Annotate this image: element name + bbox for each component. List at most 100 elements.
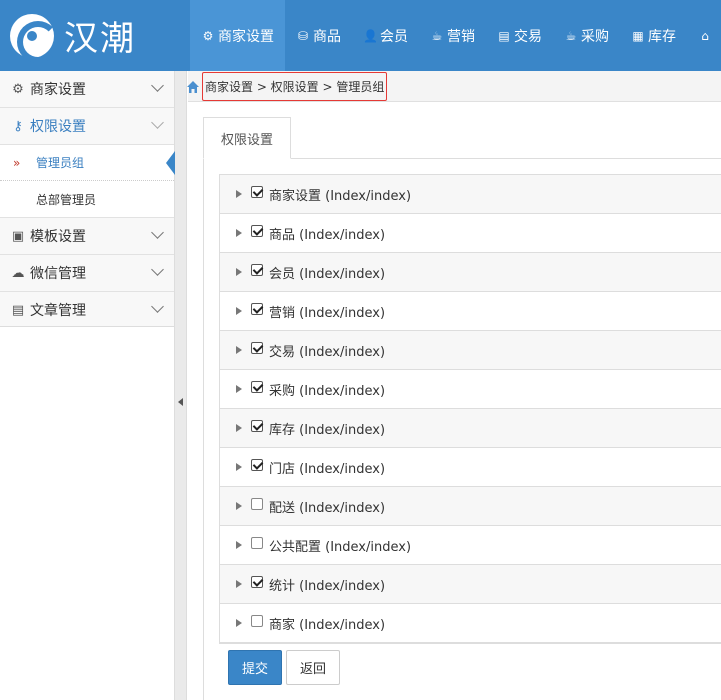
- nav-item-0[interactable]: ⚙ 商家设置: [190, 0, 285, 71]
- expand-caret-icon[interactable]: [236, 346, 242, 354]
- permission-label: 商家 (Index/index): [269, 617, 386, 633]
- user-icon: 👤: [363, 28, 378, 43]
- gear-icon: ⚙: [202, 28, 214, 43]
- permission-checkbox[interactable]: [251, 342, 263, 354]
- expand-caret-icon[interactable]: [236, 463, 242, 471]
- permission-checkbox[interactable]: [251, 186, 263, 198]
- sidebar-item-article-management[interactable]: ▤ 文章管理: [0, 292, 174, 329]
- permission-row: 商家设置 (Index/index): [220, 175, 721, 214]
- expand-caret-icon[interactable]: [236, 502, 242, 510]
- permission-label: 库存 (Index/index): [269, 422, 386, 438]
- expand-caret-icon[interactable]: [236, 229, 242, 237]
- sidebar-item-label: 模板设置: [30, 229, 86, 245]
- permission-checkbox[interactable]: [251, 420, 263, 432]
- permission-row: 商品 (Index/index): [220, 214, 721, 253]
- article-icon: ▤: [11, 302, 25, 318]
- chevron-down-icon: [151, 226, 164, 239]
- logo[interactable]: 汉潮: [0, 0, 188, 71]
- nav-item-6[interactable]: ▦ 库存: [620, 0, 687, 71]
- permission-label: 会员 (Index/index): [269, 266, 386, 282]
- permission-row: 公共配置 (Index/index): [220, 526, 721, 565]
- tab-permission-settings[interactable]: 权限设置: [203, 117, 291, 159]
- chevron-down-icon: [151, 79, 164, 92]
- nav-item-label: 库存: [648, 28, 676, 45]
- permission-checkbox[interactable]: [251, 303, 263, 315]
- nav-item-7[interactable]: ⌂: [687, 0, 721, 71]
- nav-item-1[interactable]: ⛁ 商品: [285, 0, 352, 71]
- nav-item-label: 会员: [380, 28, 408, 45]
- active-pointer-icon: [166, 151, 175, 175]
- sidebar-subitem-hq-admin[interactable]: 总部管理员: [0, 181, 174, 217]
- permission-row: 交易 (Index/index): [220, 331, 721, 370]
- submit-button[interactable]: 提交: [228, 650, 282, 685]
- sidebar-item-template-settings[interactable]: ▣ 模板设置: [0, 218, 174, 255]
- sidebar: ⚙ 商家设置 ⚷ 权限设置 » 管理员组 总部管理员 ▣ 模板设置 ☁ 微信管理…: [0, 71, 175, 700]
- permission-label: 商品 (Index/index): [269, 227, 386, 243]
- permission-checkbox[interactable]: [251, 459, 263, 471]
- permission-label: 商家设置 (Index/index): [269, 188, 412, 204]
- home-icon: ⌂: [701, 28, 709, 43]
- expand-caret-icon[interactable]: [236, 619, 242, 627]
- chevron-down-icon: [151, 300, 164, 313]
- expand-caret-icon[interactable]: [236, 541, 242, 549]
- logo-icon: [10, 13, 59, 63]
- sidebar-item-label: 商家设置: [30, 82, 86, 98]
- breadcrumb[interactable]: 商家设置 > 权限设置 > 管理员组: [202, 72, 388, 101]
- cup-icon: ☕: [565, 28, 577, 43]
- nav-item-label: 采购: [581, 28, 609, 45]
- home-icon[interactable]: [186, 80, 200, 94]
- nav-item-5[interactable]: ☕ 采购: [553, 0, 620, 71]
- sidebar-item-permission-settings[interactable]: ⚷ 权限设置: [0, 108, 174, 145]
- expand-caret-icon[interactable]: [236, 268, 242, 276]
- expand-caret-icon[interactable]: [236, 580, 242, 588]
- permission-label: 营销 (Index/index): [269, 305, 386, 321]
- sidebar-item-label: 权限设置: [30, 119, 86, 135]
- submenu-permission-settings: » 管理员组 总部管理员: [0, 145, 175, 218]
- key-icon: ⚷: [13, 118, 23, 134]
- sidebar-subitem-label: 总部管理员: [36, 192, 97, 207]
- nav-item-3[interactable]: ☕ 营销: [419, 0, 486, 71]
- nav-item-2[interactable]: 👤 会员: [352, 0, 419, 71]
- permission-label: 公共配置 (Index/index): [269, 539, 412, 555]
- gear-icon: ⚙: [12, 81, 24, 97]
- permission-row: 库存 (Index/index): [220, 409, 721, 448]
- clipboard-icon: ▤: [498, 28, 510, 43]
- top-bar: 汉潮 ⚙ 商家设置 ⛁ 商品 👤 会员 ☕ 营销 ▤ 交易 ☕ 采购 ▦ 库存 ⌂: [0, 0, 721, 71]
- chevron-down-icon: [151, 263, 164, 276]
- nav-item-4[interactable]: ▤ 交易: [486, 0, 553, 71]
- template-icon: ▣: [11, 228, 25, 244]
- permission-label: 统计 (Index/index): [269, 578, 386, 594]
- permission-checkbox[interactable]: [251, 225, 263, 237]
- permission-checkbox[interactable]: [251, 537, 263, 549]
- permission-checkbox[interactable]: [251, 576, 263, 588]
- permission-row: 会员 (Index/index): [220, 253, 721, 292]
- permission-row: 采购 (Index/index): [220, 370, 721, 409]
- permission-label: 配送 (Index/index): [269, 500, 386, 516]
- sidebar-subitem-admin-group[interactable]: » 管理员组: [0, 145, 175, 181]
- sidebar-item-label: 文章管理: [30, 303, 86, 319]
- permission-row: 统计 (Index/index): [220, 565, 721, 604]
- permission-row: 门店 (Index/index): [220, 448, 721, 487]
- permission-checkbox[interactable]: [251, 615, 263, 627]
- store-icon: ▦: [632, 28, 644, 43]
- permission-row: 营销 (Index/index): [220, 292, 721, 331]
- expand-caret-icon[interactable]: [236, 385, 242, 393]
- brand-name: 汉潮: [64, 19, 136, 59]
- sidebar-item-label: 微信管理: [30, 266, 86, 282]
- permission-row: 配送 (Index/index): [220, 487, 721, 526]
- sidebar-collapse-handle[interactable]: [175, 71, 187, 700]
- wechat-icon: ☁: [11, 265, 25, 281]
- permission-checkbox[interactable]: [251, 381, 263, 393]
- permission-checkbox[interactable]: [251, 264, 263, 276]
- expand-caret-icon[interactable]: [236, 190, 242, 198]
- permission-label: 门店 (Index/index): [269, 461, 386, 477]
- sidebar-item-wechat-management[interactable]: ☁ 微信管理: [0, 255, 174, 292]
- back-button[interactable]: 返回: [286, 650, 340, 685]
- main-nav: ⚙ 商家设置 ⛁ 商品 👤 会员 ☕ 营销 ▤ 交易 ☕ 采购 ▦ 库存 ⌂: [190, 0, 721, 71]
- nav-item-label: 营销: [447, 28, 475, 45]
- sidebar-item-merchant-settings[interactable]: ⚙ 商家设置: [0, 71, 174, 108]
- expand-caret-icon[interactable]: [236, 307, 242, 315]
- permission-checkbox[interactable]: [251, 498, 263, 510]
- expand-caret-icon[interactable]: [236, 424, 242, 432]
- permission-label: 采购 (Index/index): [269, 383, 386, 399]
